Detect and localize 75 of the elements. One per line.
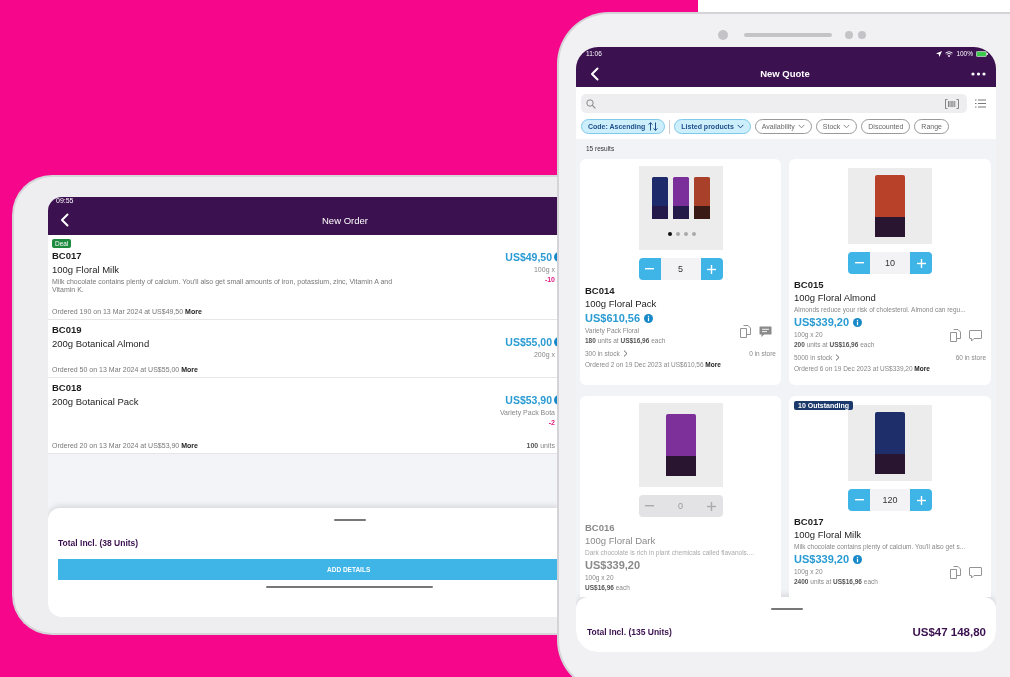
more-icon <box>971 71 986 76</box>
screen-title: New Quote <box>759 68 811 79</box>
total-label: Total Incl. (38 Units) <box>58 538 140 548</box>
search-icon <box>586 98 596 109</box>
product-code: BC014 <box>585 285 616 296</box>
minus-icon <box>854 262 864 264</box>
product-name: 100g Floral Milk <box>794 529 863 540</box>
product-name: 100g Floral Milk <box>52 264 120 275</box>
product-price: US$49,50 <box>505 251 552 263</box>
info-icon <box>644 313 654 323</box>
decrease-button[interactable] <box>638 258 661 280</box>
chevron-down-icon <box>797 124 805 129</box>
product-code: BC015 <box>794 279 825 290</box>
product-code: BC019 <box>52 324 82 335</box>
total-label: Total Incl. (135 Units) <box>587 627 672 637</box>
product-name: 200g Botanical Pack <box>52 396 139 407</box>
copy-icon <box>950 566 961 579</box>
decrease-button[interactable] <box>848 489 870 511</box>
battery-icon <box>976 50 988 57</box>
minus-icon <box>854 499 864 501</box>
quantity-stepper[interactable]: 120 <box>848 489 932 511</box>
product-price: US$339,20 <box>585 559 641 571</box>
product-card[interactable] <box>789 159 991 385</box>
quantity-value: 0 <box>660 495 701 517</box>
increase-button[interactable] <box>910 252 932 274</box>
copy-icon <box>740 325 751 338</box>
product-price: US$55,00 <box>505 336 552 348</box>
quantity-value: 5 <box>660 258 701 280</box>
wifi-icon <box>945 50 954 57</box>
chevron-down-icon <box>736 124 744 129</box>
increase-button[interactable] <box>700 258 723 280</box>
product-price: US$610,56 <box>585 312 641 324</box>
more-button[interactable] <box>971 71 986 76</box>
chevron-right-icon <box>835 354 841 361</box>
back-button[interactable] <box>590 66 599 81</box>
chevron-right-icon <box>622 350 628 357</box>
minus-icon <box>645 268 654 270</box>
product-name: 100g Floral Dark <box>585 535 657 546</box>
sort-icon <box>648 122 659 131</box>
product-code: BC017 <box>794 516 825 527</box>
sheet-handle[interactable] <box>334 519 366 521</box>
plus-icon <box>707 264 716 274</box>
product-price: US$339,20 <box>794 553 850 565</box>
product-name: 200g Botanical Almond <box>52 338 150 349</box>
quantity-stepper[interactable]: 5 <box>638 258 723 280</box>
back-icon <box>60 213 69 227</box>
location-icon <box>936 50 943 57</box>
chevron-down-icon <box>843 124 851 129</box>
copy-icon <box>950 329 961 342</box>
product-price: US$339,20 <box>794 316 850 328</box>
barcode-icon <box>945 98 959 109</box>
decrease-button[interactable] <box>848 252 870 274</box>
search-field[interactable] <box>581 94 967 113</box>
back-icon <box>590 66 599 81</box>
product-name: 100g Floral Almond <box>794 292 877 303</box>
screen-title: New Order <box>322 214 368 226</box>
plus-icon <box>916 258 926 268</box>
product-price: US$53,90 <box>505 394 552 406</box>
quantity-stepper[interactable]: 10 <box>848 252 932 274</box>
info-icon <box>853 554 863 564</box>
product-name: 100g Floral Pack <box>585 298 658 309</box>
list-icon <box>975 99 986 108</box>
back-button[interactable] <box>60 213 69 227</box>
minus-icon <box>645 505 654 507</box>
increase-button[interactable] <box>910 489 932 511</box>
plus-icon <box>916 495 926 505</box>
quantity-value: 10 <box>870 252 910 274</box>
sheet-handle[interactable] <box>770 608 803 610</box>
product-code: BC018 <box>52 382 82 393</box>
plus-icon <box>707 501 716 511</box>
product-code: BC016 <box>585 522 616 533</box>
total-amount: US$47 148,80 <box>912 626 986 638</box>
quantity-value: 120 <box>870 489 910 511</box>
info-icon <box>853 317 863 327</box>
product-code: BC017 <box>52 250 82 261</box>
